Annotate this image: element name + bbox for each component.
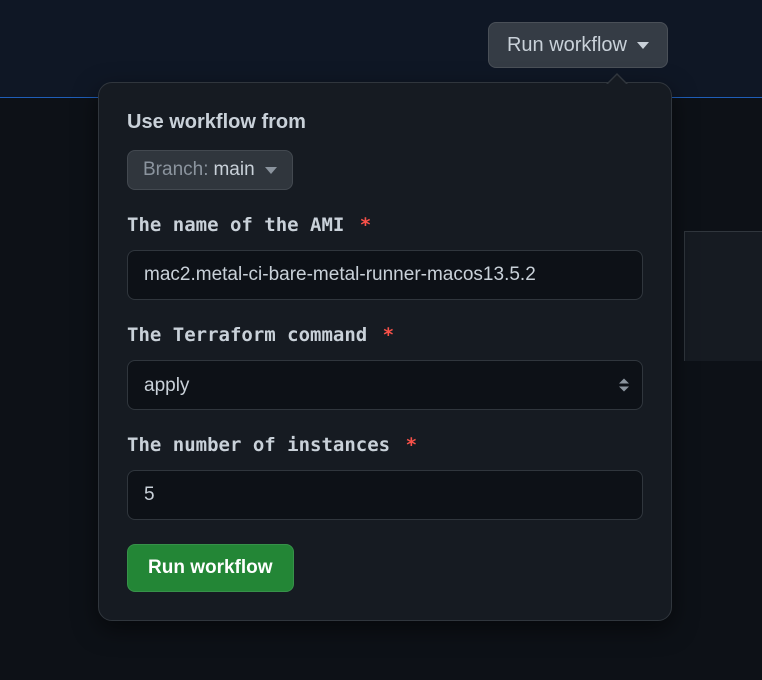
run-workflow-trigger[interactable]: Run workflow: [488, 22, 668, 68]
required-indicator: *: [406, 434, 417, 456]
terraform-command-select-wrap: apply: [127, 360, 643, 410]
branch-selector[interactable]: Branch: main: [127, 150, 293, 190]
branch-name: main: [213, 159, 254, 181]
caret-down-icon: [265, 167, 277, 174]
run-workflow-submit-button[interactable]: Run workflow: [127, 544, 294, 592]
instances-input[interactable]: [127, 470, 643, 520]
branch-prefix-label: Branch:: [143, 159, 208, 181]
terraform-command-select[interactable]: apply: [127, 360, 643, 410]
ami-name-input[interactable]: [127, 250, 643, 300]
run-workflow-submit-label: Run workflow: [148, 557, 273, 578]
section-title: Use workflow from: [127, 111, 643, 134]
required-indicator: *: [360, 214, 371, 236]
popover-arrow-icon: [606, 73, 628, 84]
required-indicator: *: [383, 324, 394, 346]
terraform-command-label: The Terraform command *: [127, 324, 643, 346]
run-workflow-trigger-label: Run workflow: [507, 34, 627, 57]
caret-down-icon: [637, 42, 649, 49]
terraform-command-label-text: The Terraform command: [127, 324, 367, 346]
instances-label-text: The number of instances: [127, 434, 390, 456]
side-panel-fragment: [684, 231, 762, 361]
ami-name-label: The name of the AMI *: [127, 214, 643, 236]
instances-label: The number of instances *: [127, 434, 643, 456]
ami-name-label-text: The name of the AMI: [127, 214, 344, 236]
run-workflow-popover: Use workflow from Branch: main The name …: [98, 82, 672, 621]
